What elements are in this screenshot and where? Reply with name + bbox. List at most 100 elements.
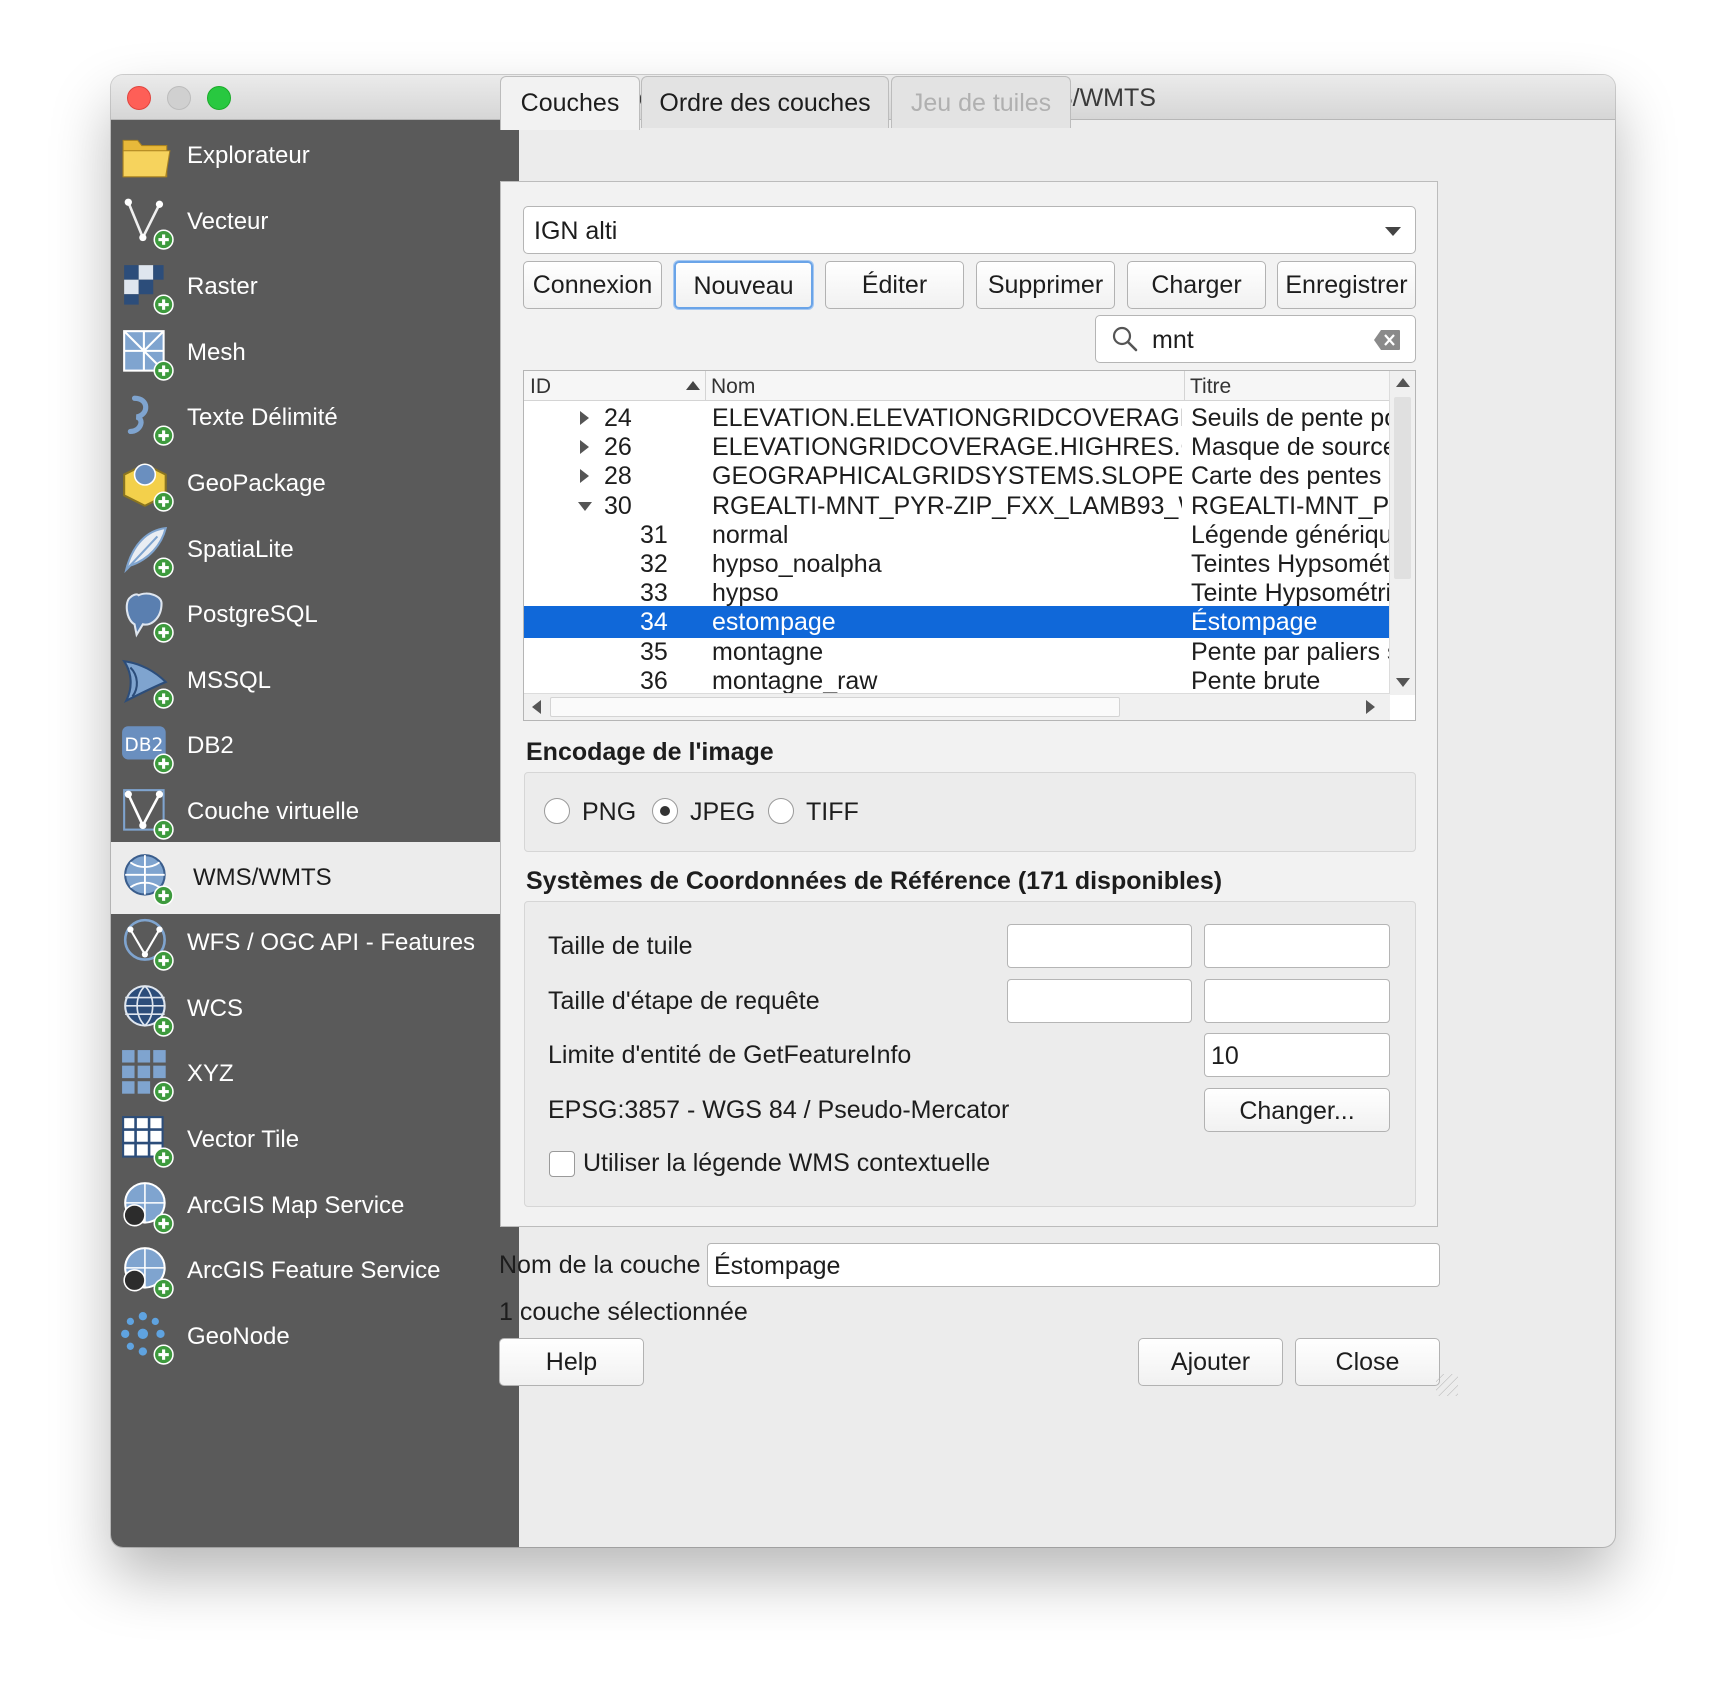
cell-name: montagne_raw	[712, 666, 878, 695]
feature-limit-input[interactable]: 10	[1204, 1033, 1390, 1077]
geonode-icon	[121, 1312, 174, 1365]
add-button[interactable]: Ajouter	[1138, 1338, 1283, 1386]
table-row[interactable]: 30 RGEALTI-MNT_PYR-ZIP_FXX_LAMB93_W... RGE…	[524, 490, 1390, 522]
cell-title: Masque de source	[1191, 433, 1390, 462]
sidebar-item-mesh[interactable]: Mesh	[111, 317, 519, 389]
sidebar-item-xyz[interactable]: XYZ	[111, 1038, 519, 1110]
db2-icon: DB2	[122, 726, 174, 774]
sidebar-item-raster[interactable]: Raster	[111, 251, 519, 323]
sidebar-item-arcgis-map-service[interactable]: ArcGIS Map Service	[111, 1170, 519, 1242]
sidebar-item-couche-virtuelle[interactable]: Couche virtuelle	[111, 776, 519, 848]
table-row[interactable]: 33 hypso Teinte Hypsométri	[524, 577, 1390, 609]
mssql-icon	[122, 659, 174, 709]
sidebar-item-wcs[interactable]: WCS	[111, 973, 519, 1045]
table-row[interactable]: 35 montagne Pente par paliers s	[524, 636, 1390, 668]
sidebar-item-label: GeoNode	[187, 1323, 290, 1350]
column-header-title[interactable]: Titre	[1190, 375, 1231, 399]
table-horizontal-scrollbar[interactable]	[524, 693, 1390, 720]
new-connection-button[interactable]: Nouveau	[674, 261, 813, 309]
column-header-id[interactable]: ID	[530, 375, 551, 399]
horizontal-scroll-thumb[interactable]	[550, 697, 1120, 717]
contextual-legend-label: Utiliser la légende WMS contextuelle	[583, 1149, 991, 1177]
load-connections-button[interactable]: Charger	[1127, 261, 1266, 309]
scroll-down-icon[interactable]	[1396, 678, 1410, 687]
tile-height-input[interactable]	[1204, 924, 1390, 968]
cell-title: Seuils de pente po	[1191, 404, 1390, 432]
tab-couches[interactable]: Couches	[500, 76, 640, 130]
sidebar-item-arcgis-feature-service[interactable]: ArcGIS Feature Service	[111, 1235, 519, 1307]
scroll-up-icon[interactable]	[1396, 378, 1410, 387]
sidebar-item-postgresql[interactable]: PostgreSQL	[111, 579, 519, 651]
sidebar-item-label: Vecteur	[187, 208, 269, 235]
sidebar-item-wms-wmts[interactable]: WMS/WMTS	[111, 842, 519, 914]
layer-name-input[interactable]: Éstompage	[707, 1243, 1440, 1287]
table-row[interactable]: 28 GEOGRAPHICALGRIDSYSTEMS.SLOPES.... Cart…	[524, 460, 1390, 492]
sidebar-item-geopackage[interactable]: GeoPackage	[111, 448, 519, 520]
cell-id: 34	[640, 608, 668, 637]
step-width-input[interactable]	[1007, 979, 1192, 1023]
expand-arrow-icon[interactable]	[580, 469, 589, 484]
sidebar-item-geonode[interactable]: GeoNode	[111, 1301, 519, 1373]
table-row[interactable]: 34 estompage Éstompage	[524, 606, 1390, 639]
table-row[interactable]: 32 hypso_noalpha Teintes Hypsomét	[524, 548, 1390, 580]
table-row[interactable]: 31 normal Légende génériqu	[524, 519, 1390, 551]
postgresql-icon	[125, 592, 174, 643]
sidebar-item-vector-tile[interactable]: Vector Tile	[111, 1104, 519, 1176]
search-input[interactable]: mnt	[1152, 326, 1194, 355]
sidebar-item-vecteur[interactable]: Vecteur	[111, 186, 519, 258]
sidebar-item-label: DB2	[187, 732, 234, 759]
table-header: ID Nom Titre	[524, 371, 1390, 401]
xyz-icon	[122, 1050, 174, 1102]
save-connections-button[interactable]: Enregistrer	[1277, 261, 1416, 309]
table-row[interactable]: 26 ELEVATIONGRIDCOVERAGE.HIGHRES.Q... Masq…	[524, 431, 1390, 463]
table-vertical-scrollbar[interactable]	[1389, 371, 1415, 695]
close-button[interactable]: Close	[1295, 1338, 1440, 1386]
cell-id: 33	[640, 579, 668, 608]
clear-search-icon[interactable]	[1373, 329, 1401, 351]
expand-arrow-icon[interactable]	[580, 411, 589, 425]
sidebar-item-texte-d-limit[interactable]: Texte Délimité	[111, 382, 519, 454]
sidebar-item-explorateur[interactable]: Explorateur	[111, 120, 519, 192]
radio-png[interactable]	[544, 798, 570, 824]
sidebar-item-label: XYZ	[187, 1060, 234, 1087]
column-header-name[interactable]: Nom	[711, 375, 755, 399]
table-row[interactable]: 24 ELEVATION.ELEVATIONGRIDCOVERAGE.... Seu…	[524, 402, 1390, 434]
tab-ordre-des-couches[interactable]: Ordre des couches	[641, 76, 889, 128]
tile-width-input[interactable]	[1007, 924, 1192, 968]
cell-name: ELEVATIONGRIDCOVERAGE.HIGHRES.Q...	[712, 433, 1182, 462]
radio-jpeg[interactable]	[652, 798, 678, 824]
contextual-legend-checkbox[interactable]	[549, 1151, 575, 1177]
cell-name: hypso	[712, 579, 779, 608]
sidebar-item-mssql[interactable]: MSSQL	[111, 645, 519, 717]
table-row[interactable]: 36 montagne_raw Pente brute	[524, 665, 1390, 697]
step-height-input[interactable]	[1204, 979, 1390, 1023]
resize-grip[interactable]	[1436, 1374, 1458, 1396]
cell-id: 31	[640, 520, 668, 549]
collapse-arrow-icon[interactable]	[578, 501, 592, 511]
connection-select[interactable]: IGN alti	[523, 206, 1416, 254]
connect-button[interactable]: Connexion	[523, 261, 662, 309]
edit-connection-button[interactable]: Éditer	[825, 261, 964, 309]
cell-name: ELEVATION.ELEVATIONGRIDCOVERAGE....	[712, 404, 1182, 432]
sidebar-item-db2[interactable]: DB2 DB2	[111, 710, 519, 782]
layers-table[interactable]: ID Nom Titre 24 ELEVATION.ELEVATIONGRIDCO…	[523, 370, 1416, 721]
help-button[interactable]: Help	[499, 1338, 644, 1386]
cell-title: Pente brute	[1191, 666, 1321, 695]
scroll-right-icon[interactable]	[1366, 700, 1375, 714]
mesh-icon	[123, 330, 174, 381]
feature-limit-label: Limite d'entité de GetFeatureInfo	[548, 1041, 912, 1069]
scroll-left-icon[interactable]	[532, 700, 541, 714]
sidebar-item-label: Explorateur	[187, 142, 310, 169]
layer-search-box[interactable]: mnt	[1095, 315, 1416, 363]
delete-connection-button[interactable]: Supprimer	[976, 261, 1115, 309]
change-crs-button[interactable]: Changer...	[1204, 1088, 1390, 1132]
expand-arrow-icon[interactable]	[580, 440, 589, 455]
radio-tiff[interactable]	[768, 798, 794, 824]
cell-name: RGEALTI-MNT_PYR-ZIP_FXX_LAMB93_W...	[712, 491, 1182, 520]
vertical-scroll-thumb[interactable]	[1394, 397, 1411, 579]
sidebar-item-wfs-ogc-api-features[interactable]: WFS / OGC API - Features	[111, 907, 519, 979]
cell-id: 26	[604, 433, 632, 462]
tile-size-label: Taille de tuile	[548, 932, 693, 960]
wfs-icon	[123, 918, 174, 971]
sidebar-item-spatialite[interactable]: SpatiaLite	[111, 514, 519, 586]
